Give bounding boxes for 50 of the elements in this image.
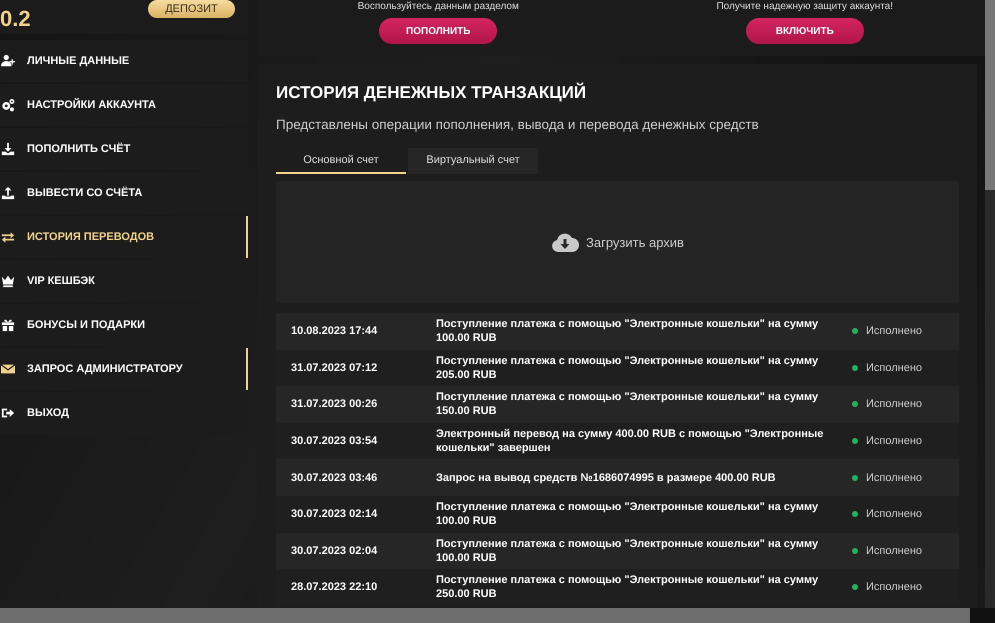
gears-icon	[1, 98, 15, 112]
promo-hint: Воспользуйтесь данным разделом	[358, 1, 519, 13]
cloud-download-icon	[551, 232, 580, 252]
user-plus-icon	[1, 54, 15, 68]
transaction-status: Исполнено	[866, 435, 922, 448]
account-tab[interactable]: Основной счет	[276, 148, 406, 174]
transaction-description: Поступление платежа с помощью "Электронные кошельки" на сумму 150.00 RUB	[436, 390, 820, 418]
transaction-date: 31.07.2023 00:26	[290, 398, 378, 410]
envelope-icon	[1, 362, 15, 376]
history-title: ИСТОРИЯ ДЕНЕЖНЫХ ТРАНЗАКЦИЙ	[276, 82, 588, 104]
download-icon	[1, 142, 15, 156]
account-tab[interactable]: Виртуальный счет	[408, 148, 538, 174]
transaction-date: 28.07.2023 22:10	[290, 581, 378, 594]
transaction-date: 10.08.2023 17:44	[290, 325, 378, 338]
sidebar-item[interactable]: ЗАПРОС АДМИНИСТРАТОРУ	[0, 348, 248, 390]
transaction-description: Электронный перевод на сумму 400.00 RUB с помощью "Электронные кошельки" завершен	[436, 427, 824, 456]
deposit-button[interactable]: ДЕПОЗИТ	[148, 0, 235, 18]
vertical-scrollbar[interactable]	[985, 0, 995, 608]
swap-arrows-icon	[1, 230, 15, 244]
transaction-status: Исполнено	[866, 325, 922, 338]
transaction-status: Исполнено	[866, 362, 922, 374]
transaction-date: 30.07.2023 03:46	[290, 472, 378, 484]
transaction-date: 30.07.2023 02:14	[290, 508, 378, 520]
transaction-description: Поступление платежа с помощью "Электронные кошельки" на сумму 100.00 RUB	[436, 536, 820, 565]
transaction-status: Исполнено	[866, 472, 922, 484]
history-subtitle: Представлены операции пополнения, вывода и перевода денежных средств	[276, 116, 760, 134]
upload-icon	[1, 186, 15, 200]
transaction-status: Исполнено	[866, 581, 922, 594]
transaction-description: Поступление платежа с помощью "Электронные кошельки" на сумму 250.00 RUB	[436, 573, 820, 602]
transaction-description: Запрос на вывод средств №1686074995 в размере 400.00 RUB	[436, 470, 777, 485]
promo-button[interactable]: ПОПОЛНИТЬ	[379, 18, 498, 44]
transaction-date: 30.07.2023 03:54	[290, 435, 378, 448]
transaction-date: 30.07.2023 02:04	[290, 544, 378, 557]
gift-icon	[1, 318, 15, 332]
crown-icon	[1, 274, 15, 288]
exit-icon	[1, 406, 15, 420]
horizontal-scrollbar[interactable]	[0, 608, 970, 623]
scrollbar-thumb[interactable]	[985, 0, 995, 190]
transaction-description: Поступление платежа с помощью "Электронные кошельки" на сумму 100.00 RUB	[436, 500, 820, 528]
archive-download-button[interactable]: Загрузить архив	[551, 232, 684, 252]
transaction-status: Исполнено	[866, 544, 922, 557]
transaction-status: Исполнено	[866, 398, 922, 410]
balance-amount: 0.2	[0, 6, 31, 32]
transaction-description: Поступление платежа с помощью "Электронные кошельки" на сумму 100.00 RUB	[436, 317, 820, 346]
sidebar-item[interactable]: ИСТОРИЯ ПЕРЕВОДОВ	[0, 216, 248, 258]
transaction-status: Исполнено	[866, 508, 922, 520]
transaction-description: Поступление платежа с помощью "Электронные кошельки" на сумму 205.00 RUB	[436, 354, 820, 382]
promo-button[interactable]: ВКЛЮЧИТЬ	[746, 18, 864, 44]
transaction-date: 31.07.2023 07:12	[290, 362, 378, 374]
promo-hint: Получите надежную защиту аккаунта!	[716, 1, 894, 13]
